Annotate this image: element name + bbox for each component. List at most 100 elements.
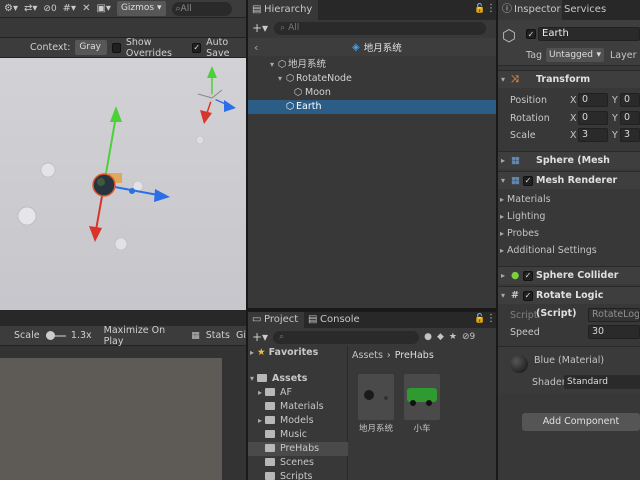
folder-label: Music (280, 429, 308, 440)
expand-arrow-icon[interactable]: ▾ (270, 58, 274, 72)
create-add-button[interactable]: +▾ (252, 330, 268, 344)
more-menu-icon[interactable]: ⋮ (486, 3, 496, 14)
effects-icon[interactable]: ✕ (82, 3, 90, 14)
project-search[interactable]: ⌕ (273, 330, 420, 344)
hierarchy-item-earth[interactable]: ⬡ Earth (248, 100, 496, 114)
rotation-x-field[interactable]: 0 (578, 111, 608, 125)
folder-prehabs[interactable]: PreHabs (248, 442, 348, 456)
folder-scripts[interactable]: Scripts (258, 470, 358, 480)
orientation-gizmo[interactable] (197, 66, 236, 124)
snap-icon[interactable]: ⇄▾ (24, 3, 37, 14)
script-icon: # (511, 290, 519, 301)
prefab-thumbnail (358, 374, 394, 420)
folder-assets[interactable]: ▾ Assets (248, 372, 348, 386)
tools-dropdown-icon[interactable]: ⚙▾ (4, 3, 18, 14)
rotation-y-field[interactable]: 0 (620, 111, 640, 125)
expand-arrow-icon: ▸ (258, 416, 263, 425)
breadcrumb-root[interactable]: Assets (352, 350, 383, 361)
favorites-row[interactable]: ▸ ★ Favorites (248, 346, 348, 360)
folder-models[interactable]: ▸ Models (258, 414, 358, 428)
filter-type-icon[interactable]: ● (424, 332, 432, 342)
moon-sphere[interactable] (129, 188, 135, 194)
visibility-icon[interactable]: ⊘ 0 (43, 4, 56, 14)
sphere-collider-enabled-checkbox[interactable]: ✓ (523, 271, 533, 281)
transform-header[interactable]: ▾ ⤨ Transform (498, 70, 640, 88)
panel-divider[interactable] (496, 0, 498, 480)
maximize-on-play-button[interactable]: Maximize On Play (104, 325, 186, 347)
create-add-button[interactable]: +▾ (252, 21, 268, 35)
asset-prefab-car[interactable]: 小车 (404, 374, 440, 434)
breadcrumb-current[interactable]: PreHabs (395, 350, 434, 361)
lock-icon[interactable]: 🔓 (474, 314, 485, 324)
asset-prefab-earthmoon[interactable]: 地月系统 (358, 374, 394, 434)
tag-dropdown[interactable]: Untagged ▾ (546, 48, 604, 62)
folder-music[interactable]: Music (258, 428, 358, 442)
shader-label: Shader (532, 377, 566, 388)
shader-dropdown[interactable]: Standard (564, 375, 640, 389)
game-gizmos-button[interactable]: Gi (236, 330, 246, 341)
scale-slider[interactable] (45, 330, 66, 341)
scale-x-field[interactable]: 3 (578, 128, 608, 142)
section-probes[interactable]: ▸ Probes (500, 228, 539, 239)
hierarchy-item-label: Moon (305, 87, 331, 98)
position-y-field[interactable]: 0 (620, 93, 640, 107)
game-canvas[interactable] (0, 346, 246, 480)
tab-hierarchy[interactable]: ▤ Hierarchy (248, 0, 319, 20)
hierarchy-search[interactable]: ⌕ All (274, 21, 487, 35)
auto-save-checkbox[interactable]: ✓ (192, 42, 202, 53)
section-additional-settings[interactable]: ▸ Additional Settings (500, 245, 597, 256)
x-axis-arrow[interactable] (89, 226, 102, 242)
object-name-field[interactable]: Earth (538, 27, 640, 41)
folder-icon (265, 416, 276, 424)
lock-icon[interactable]: 🔓 (474, 4, 485, 14)
gameobject-cube-icon: ⬡ (502, 26, 516, 45)
position-x-field[interactable]: 0 (578, 93, 608, 107)
section-lighting[interactable]: ▸ Lighting (500, 211, 545, 222)
material-preview-sphere (510, 355, 528, 373)
hierarchy-item-moon[interactable]: ⬡ Moon (248, 86, 496, 100)
scene-search[interactable]: ⌕ All (171, 1, 232, 16)
stats-button[interactable]: Stats (206, 330, 230, 341)
z-axis-arrow[interactable] (154, 189, 170, 202)
mesh-renderer-header[interactable]: ▾ ▦ ✓ Mesh Renderer (498, 171, 640, 189)
sphere-collider-header[interactable]: ▸ ● ✓ Sphere Collider (498, 266, 640, 284)
scale-slider-thumb[interactable] (45, 330, 55, 340)
rotate-logic-enabled-checkbox[interactable]: ✓ (523, 291, 533, 301)
hierarchy-item-root[interactable]: ▾ ⬡ 地月系统 (248, 58, 496, 72)
folder-materials[interactable]: Materials (258, 400, 358, 414)
favorite-star-icon[interactable]: ★ (449, 332, 457, 342)
camera-icon[interactable]: ▣▾ (96, 3, 110, 14)
tab-console[interactable]: ▤ Console (304, 312, 366, 328)
tag-value: Untagged (549, 50, 594, 60)
active-checkbox[interactable]: ✓ (526, 29, 536, 39)
speed-field[interactable]: 30 (588, 325, 640, 339)
scene-view: ⚙▾ ⇄▾ ⊘ 0 #▾ ✕ ▣▾ Gizmos ▾ ⌕ All Context:… (0, 0, 246, 310)
scene-canvas[interactable] (0, 58, 246, 310)
mute-icon[interactable]: ▦ (191, 331, 200, 341)
grid-icon[interactable]: #▾ (63, 3, 76, 14)
filter-label-icon[interactable]: ◆ (437, 332, 444, 342)
rotate-logic-header[interactable]: ▾ # ✓ Rotate Logic (Script) (498, 286, 640, 319)
hidden-packages-icon[interactable]: ⊘9 (462, 332, 475, 342)
folder-scenes[interactable]: Scenes (258, 456, 358, 470)
mesh-renderer-enabled-checkbox[interactable]: ✓ (523, 176, 533, 186)
panel-divider[interactable] (246, 0, 248, 480)
tab-services[interactable]: Services (562, 0, 613, 20)
mesh-filter-header[interactable]: ▸ ▦ Sphere (Mesh Filter) (498, 151, 640, 184)
tab-inspector[interactable]: ⓘ Inspector (498, 0, 567, 20)
context-dropdown[interactable]: Gray ▾ (75, 40, 108, 67)
add-component-button[interactable]: Add Component (522, 413, 640, 431)
show-overrides-checkbox[interactable] (112, 42, 121, 53)
y-axis-arrow[interactable] (110, 106, 122, 122)
tab-project[interactable]: ▭ Project (248, 312, 305, 328)
background-sphere (195, 135, 205, 145)
section-materials[interactable]: ▸ Materials (500, 194, 551, 205)
folder-af[interactable]: ▸ AF (258, 386, 358, 400)
scale-y-field[interactable]: 3 (620, 128, 640, 142)
earth-sphere[interactable] (92, 173, 116, 197)
more-menu-icon[interactable]: ⋮ (486, 313, 496, 324)
back-arrow-icon[interactable]: ‹ (254, 41, 258, 54)
expand-arrow-icon[interactable]: ▾ (278, 72, 282, 86)
gizmos-button[interactable]: Gizmos ▾ (116, 1, 166, 16)
hierarchy-item-rotatenode[interactable]: ▾ ⬡ RotateNode (248, 72, 496, 86)
